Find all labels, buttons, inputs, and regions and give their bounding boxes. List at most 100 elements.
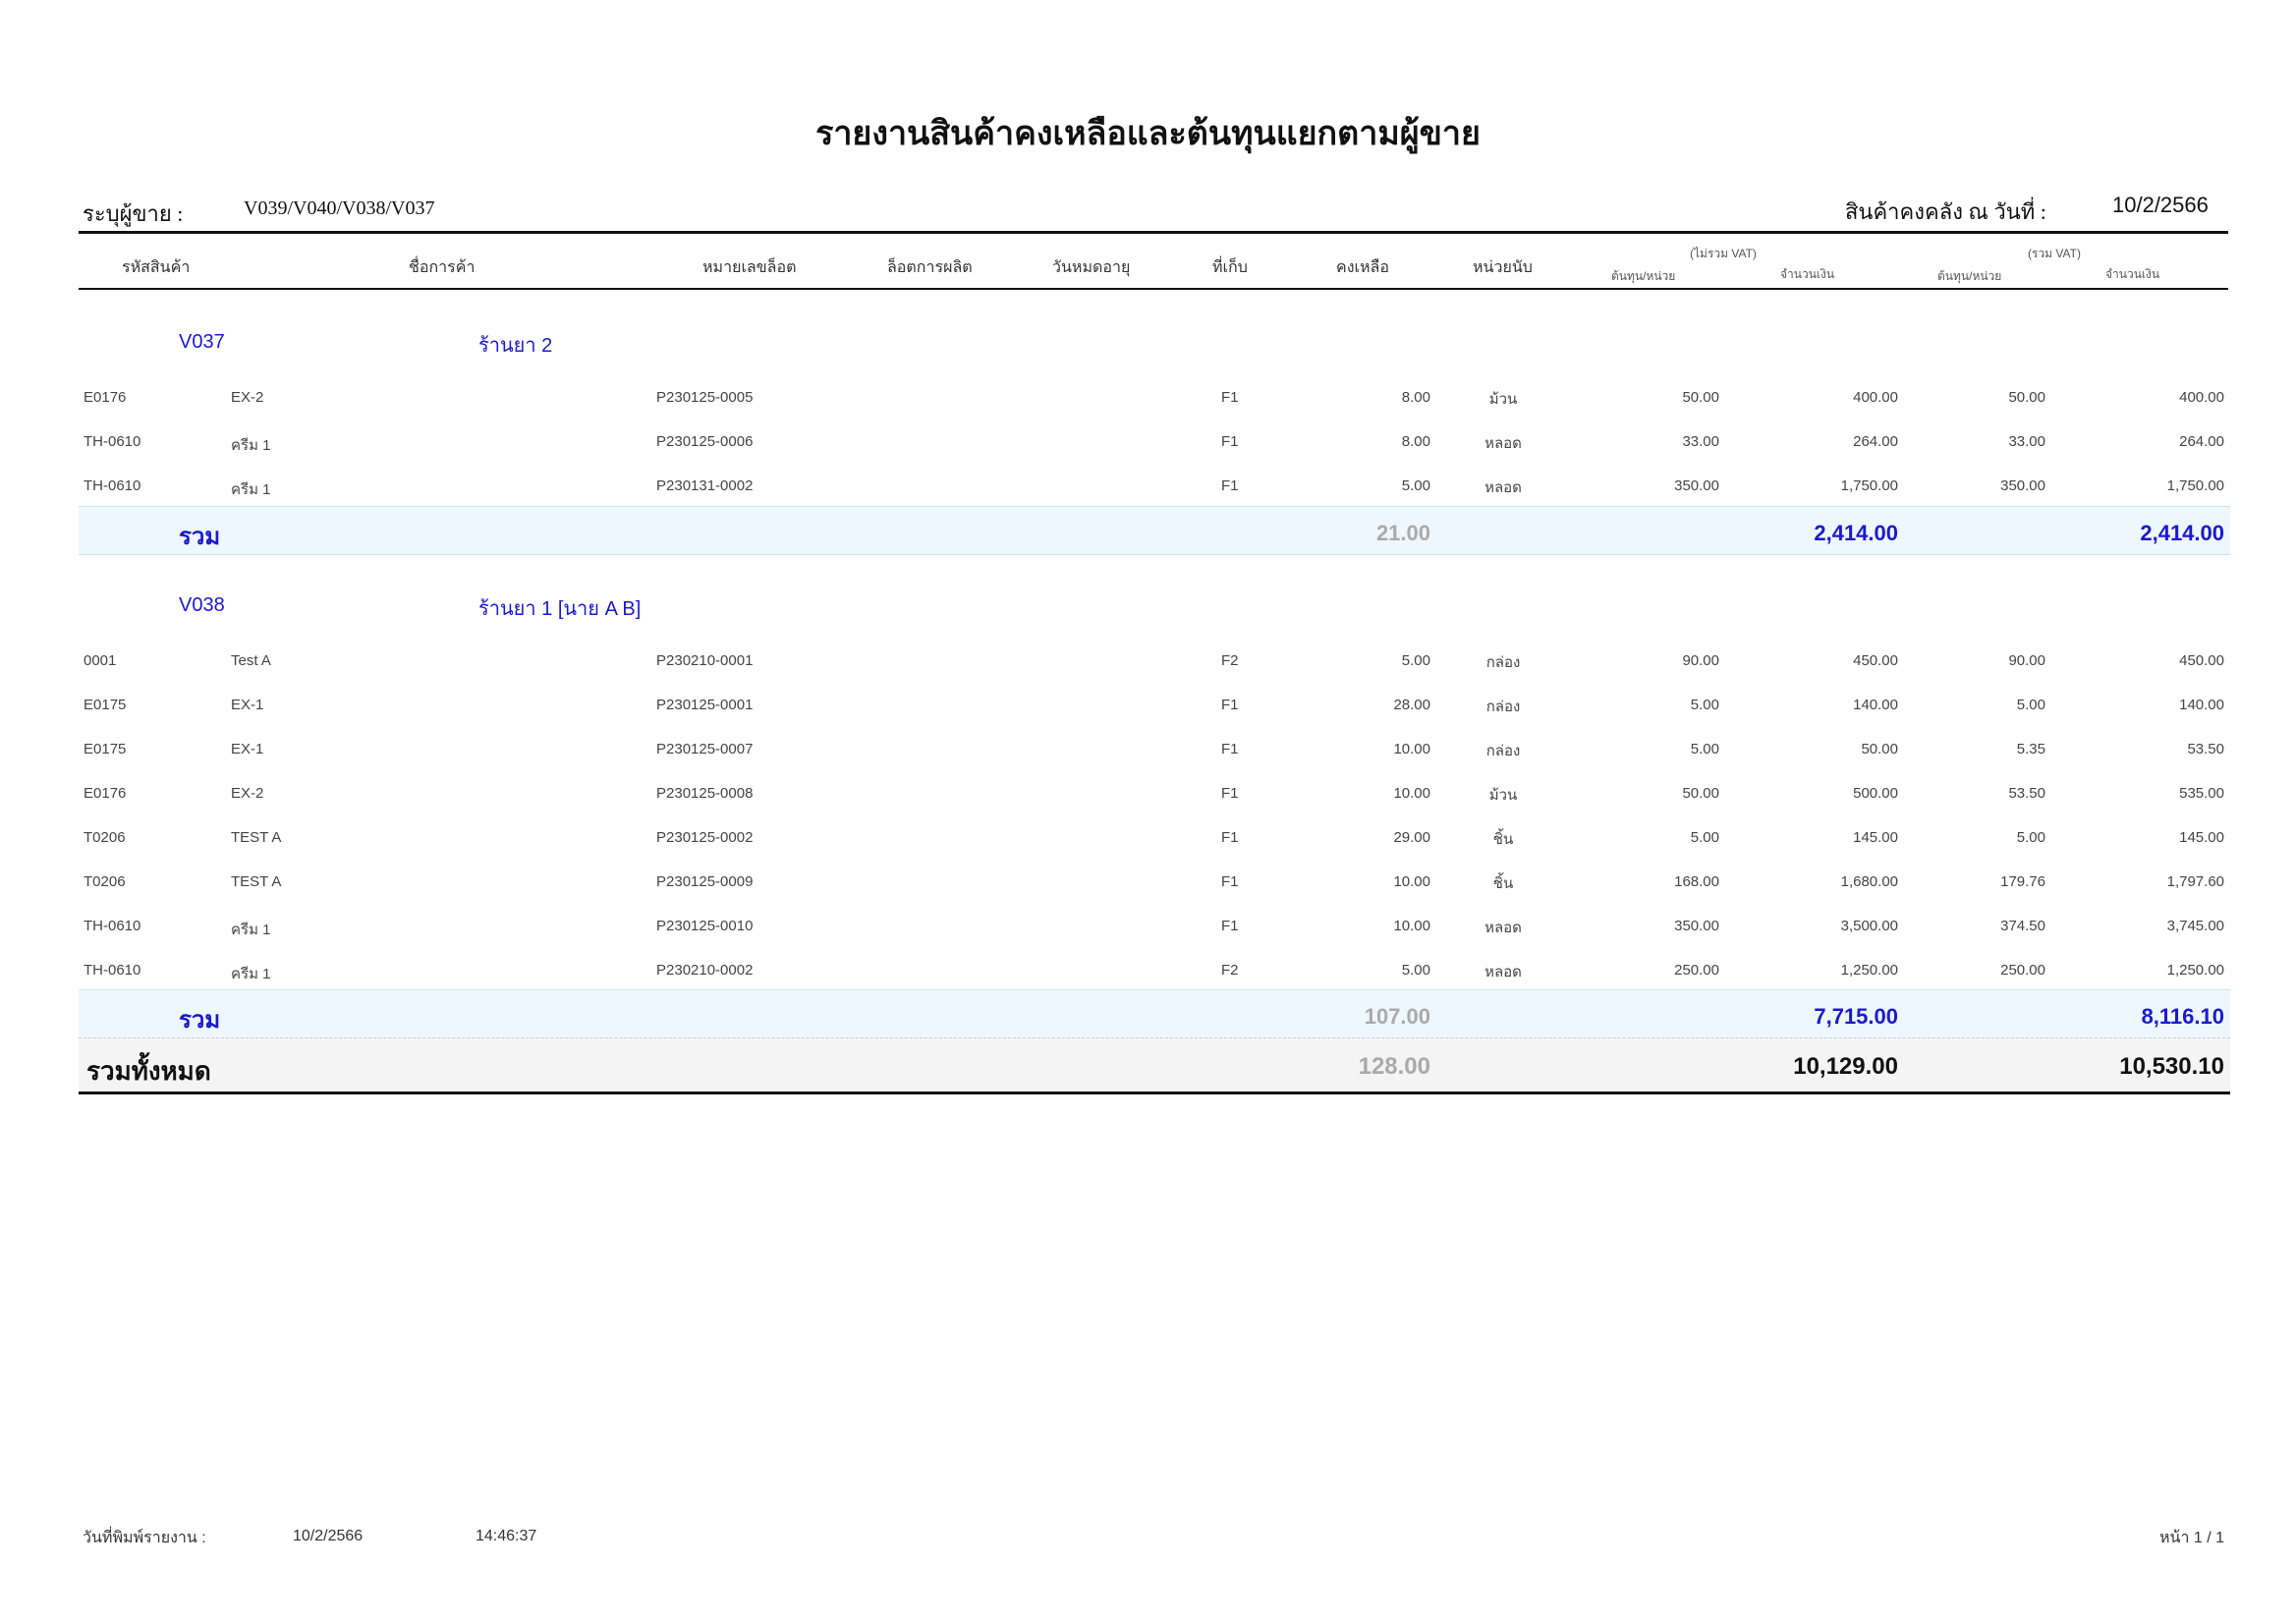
cell-name: TEST A: [231, 873, 282, 890]
cell-amount-in: 450.00: [2179, 652, 2224, 669]
group-vendor-code: V038: [179, 594, 225, 616]
cell-qty: 10.00: [1393, 741, 1430, 757]
cell-location: F1: [1221, 785, 1239, 802]
cell-unit: หลอด: [1484, 435, 1522, 452]
cell-code: 0001: [84, 652, 117, 669]
cell-cost-in: 5.35: [2016, 741, 2045, 757]
cell-cost-ex: 350.00: [1674, 918, 1719, 934]
cell-qty: 5.00: [1401, 962, 1430, 979]
cell-amount-in: 1,250.00: [2166, 962, 2224, 979]
print-date-value: 10/2/2566: [293, 1528, 364, 1544]
cell-unit: ม้วน: [1488, 391, 1518, 408]
col-header-code: รหัสสินค้า: [122, 259, 191, 276]
cell-code: T0206: [84, 873, 126, 890]
cell-cost-ex: 50.00: [1682, 389, 1719, 406]
grand-total-band: [79, 1037, 2230, 1094]
print-time-value: 14:46:37: [476, 1528, 537, 1544]
cell-qty: 5.00: [1401, 477, 1430, 494]
cell-name: EX-1: [231, 741, 264, 757]
cell-amount-in: 535.00: [2179, 785, 2224, 802]
cell-name: EX-2: [231, 785, 264, 802]
cell-cost-in: 5.00: [2016, 829, 2045, 846]
cell-cost-ex: 5.00: [1690, 697, 1719, 713]
cell-qty: 10.00: [1393, 918, 1430, 934]
print-date-label: วันที่พิมพ์รายงาน :: [83, 1530, 206, 1546]
col-header-excl-vat: (ไม่รวม VAT): [1690, 247, 1757, 260]
cell-lot: P230125-0001: [656, 697, 754, 713]
cell-cost-in: 250.00: [2000, 962, 2045, 979]
vendor-value: V039/V040/V038/V037: [244, 197, 435, 219]
cell-cost-ex: 50.00: [1682, 785, 1719, 802]
report-title: รายงานสินค้าคงเหลือและต้นทุนแยกตามผู้ขาย: [815, 116, 1481, 152]
cell-location: F2: [1221, 962, 1239, 979]
col-header-amount-in: จำนวนเงิน: [2105, 267, 2160, 281]
cell-location: F1: [1221, 433, 1239, 450]
cell-cost-in: 53.50: [2008, 785, 2045, 802]
cell-amount-ex: 500.00: [1853, 785, 1898, 802]
cell-amount-ex: 50.00: [1861, 741, 1898, 757]
cell-code: T0206: [84, 829, 126, 846]
cell-location: F1: [1221, 873, 1239, 890]
cell-lot: P230125-0008: [656, 785, 754, 802]
cell-amount-in: 53.50: [2187, 741, 2224, 757]
cell-name: Test A: [231, 652, 271, 669]
group-subtotal-amount-ex: 7,715.00: [1814, 1004, 1898, 1029]
cell-unit: หลอด: [1484, 964, 1522, 980]
cell-amount-in: 264.00: [2179, 433, 2224, 450]
group-subtotal-amount-in: 2,414.00: [2140, 521, 2224, 545]
cell-lot: P230125-0009: [656, 873, 754, 890]
cell-lot: P230125-0010: [656, 918, 754, 934]
cell-unit: ชิ้น: [1492, 831, 1514, 848]
cell-code: TH-0610: [84, 477, 141, 494]
cell-name: ครีม 1: [231, 922, 271, 938]
cell-amount-ex: 1,680.00: [1840, 873, 1898, 890]
group-subtotal-label: รวม: [179, 524, 221, 550]
group-subtotal-qty: 107.00: [1364, 1004, 1430, 1029]
cell-amount-ex: 145.00: [1853, 829, 1898, 846]
cell-lot: P230210-0002: [656, 962, 754, 979]
col-header-location: ที่เก็บ: [1212, 259, 1248, 276]
group-subtotal-amount-ex: 2,414.00: [1814, 521, 1898, 545]
col-header-amount-ex: จำนวนเงิน: [1780, 267, 1835, 281]
cell-amount-ex: 140.00: [1853, 697, 1898, 713]
cell-cost-ex: 5.00: [1690, 829, 1719, 846]
header-top-rule: [79, 231, 2228, 234]
cell-lot: P230125-0006: [656, 433, 754, 450]
grand-total-amount-ex: 10,129.00: [1793, 1053, 1898, 1080]
cell-name: EX-1: [231, 697, 264, 713]
cell-location: F2: [1221, 652, 1239, 669]
header-bottom-rule: [79, 288, 2228, 290]
col-header-remaining: คงเหลือ: [1336, 259, 1389, 276]
cell-name: ครีม 1: [231, 966, 271, 982]
cell-code: E0175: [84, 697, 127, 713]
cell-cost-in: 350.00: [2000, 477, 2045, 494]
cell-lot: P230131-0002: [656, 477, 754, 494]
cell-qty: 10.00: [1393, 873, 1430, 890]
cell-amount-ex: 3,500.00: [1840, 918, 1898, 934]
cell-lot: P230125-0007: [656, 741, 754, 757]
group-subtotal-band: [79, 989, 2230, 1038]
cell-unit: ชิ้น: [1492, 875, 1514, 892]
grand-total-label: รวมทั้งหมด: [86, 1056, 211, 1086]
cell-qty: 28.00: [1393, 697, 1430, 713]
cell-code: TH-0610: [84, 962, 141, 979]
cell-qty: 10.00: [1393, 785, 1430, 802]
grand-total-amount-in: 10,530.10: [2119, 1053, 2224, 1080]
cell-cost-in: 374.50: [2000, 918, 2045, 934]
cell-cost-in: 90.00: [2008, 652, 2045, 669]
vendor-label: ระบุผู้ขาย :: [83, 201, 184, 226]
cell-unit: กล่อง: [1485, 654, 1521, 671]
cell-unit: หลอด: [1484, 479, 1522, 496]
col-header-name: ชื่อการค้า: [409, 259, 476, 276]
cell-qty: 8.00: [1401, 389, 1430, 406]
col-header-expiry: วันหมดอายุ: [1052, 259, 1131, 276]
cell-unit: กล่อง: [1485, 699, 1521, 715]
cell-unit: กล่อง: [1485, 743, 1521, 759]
col-header-cost-ex: ต้นทุน/หน่วย: [1611, 269, 1676, 283]
cell-qty: 8.00: [1401, 433, 1430, 450]
col-header-cost-in: ต้นทุน/หน่วย: [1937, 269, 2002, 283]
cell-amount-ex: 1,750.00: [1840, 477, 1898, 494]
group-vendor-name: ร้านยา 1 [นาย A B]: [478, 598, 642, 620]
cell-amount-in: 1,750.00: [2166, 477, 2224, 494]
cell-amount-ex: 264.00: [1853, 433, 1898, 450]
